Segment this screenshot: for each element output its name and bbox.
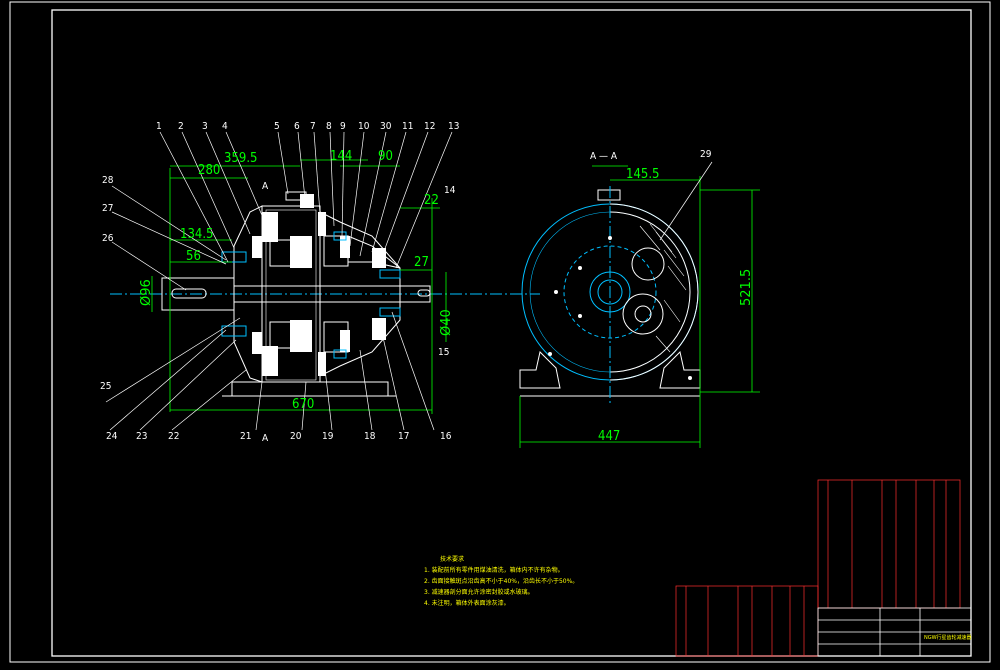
part-label: 7 [310, 121, 316, 132]
section-mark-bottom: A [262, 433, 269, 444]
part-label: 5 [274, 121, 280, 132]
part-label: 11 [402, 121, 414, 132]
title-block [817, 607, 972, 657]
part-label: 18 [364, 431, 376, 442]
dim-phi96: Ø96 [139, 279, 154, 306]
part-label: 26 [102, 233, 114, 244]
drawing-sheet: A — A A A 1 2 3 4 5 6 7 8 9 10 30 11 12 … [0, 0, 1000, 666]
dim-22: 22 [424, 193, 439, 208]
part-label: 8 [326, 121, 332, 132]
part-label: 3 [202, 121, 208, 132]
part-label: 4 [222, 121, 228, 132]
parts-table-right [817, 479, 961, 609]
part-label: 15 [438, 347, 450, 358]
part-label: 23 [136, 431, 148, 442]
part-label: 30 [380, 121, 392, 132]
tech-req-title: 技术要求 [440, 556, 465, 563]
tech-req-line: 2. 齿面接触斑点沿齿高不小于40%，沿齿长不小于50%。 [424, 578, 579, 585]
dim-145: 145.5 [626, 167, 660, 182]
inner-border [51, 9, 972, 657]
drawing-title: NGW行星齿轮减速器 [924, 635, 972, 641]
tech-req-line: 1. 装配前所有零件用煤油清洗，箱体内不许有杂物。 [424, 567, 564, 574]
side-view [519, 186, 701, 404]
part-label: 25 [100, 381, 112, 392]
dim-144: 144 [330, 149, 353, 164]
dim-56: 56 [186, 249, 201, 264]
tech-req-line: 3. 减速器剖分面允许涂密封胶或水玻璃。 [424, 589, 534, 596]
dim-521: 521.5 [739, 268, 754, 306]
part-label: 12 [424, 121, 436, 132]
dim-670: 670 [292, 397, 315, 412]
dim-134: 134.5 [180, 227, 214, 242]
part-label: 17 [398, 431, 410, 442]
part-label: 6 [294, 121, 300, 132]
dimension-lines [151, 159, 447, 414]
dim-27: 27 [414, 255, 429, 270]
dim-447: 447 [598, 429, 621, 444]
part-label: 27 [102, 203, 114, 214]
part-label: 16 [440, 431, 452, 442]
part-label: 21 [240, 431, 252, 442]
dim-280: 280 [198, 163, 221, 178]
part-label: 2 [178, 121, 184, 132]
section-label: A — A [590, 151, 618, 162]
part-label: 14 [444, 185, 456, 196]
dim-359: 359.5 [224, 151, 258, 166]
dim-90: 90 [378, 149, 393, 164]
part-label: 29 [700, 149, 712, 160]
part-label: 28 [102, 175, 114, 186]
part-label: 10 [358, 121, 370, 132]
part-label: 13 [448, 121, 460, 132]
dim-phi40: Ø40 [439, 309, 454, 336]
part-label: 1 [156, 121, 162, 132]
part-label: 22 [168, 431, 180, 442]
outer-border [9, 1, 991, 663]
section-view [110, 191, 540, 397]
part-label: 19 [322, 431, 334, 442]
parts-table-bottom [675, 585, 819, 657]
section-mark-top: A [262, 181, 269, 192]
part-label: 9 [340, 121, 346, 132]
tech-req-line: 4. 未注明，箱体外表面涂灰漆。 [424, 600, 510, 607]
part-label: 24 [106, 431, 118, 442]
part-label: 20 [290, 431, 302, 442]
